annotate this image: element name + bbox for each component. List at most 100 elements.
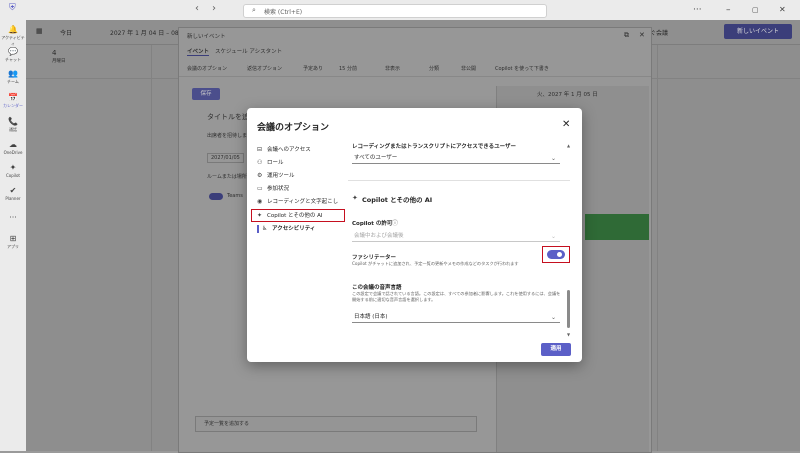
divider — [151, 44, 152, 451]
chat-bubble-icon: ▭ — [257, 185, 263, 192]
record-icon: ◉ — [257, 198, 263, 205]
back-button[interactable]: ‹ — [195, 3, 199, 14]
divider — [348, 180, 570, 181]
calendar-icon: ▦ — [36, 27, 43, 35]
scroll-up-icon[interactable]: ▲ — [567, 143, 570, 148]
date-field[interactable]: 2027/01/05 — [207, 153, 244, 163]
app-rail: 🔔 アクティビティ 💬 チャット 👥 チーム 📅 カレンダー 📞 通話 ☁ OneDrive… — [0, 20, 26, 451]
editor-window-title: 新しいイベント — [187, 34, 226, 40]
language-dropdown[interactable]: 日本語 (日本) ⌄ — [352, 312, 560, 323]
rail-item-copilot[interactable]: ✦ Copilot — [0, 162, 26, 184]
facilitator-hint: Copilot がチャットに追加され、予定一覧の更新やメモの作成などのタスクが行… — [352, 261, 519, 266]
phone-icon: 📞 — [8, 117, 18, 126]
tab-event[interactable]: イベント — [187, 47, 210, 56]
busy-status-button[interactable]: 予定あり — [303, 65, 323, 72]
rail-item-planner[interactable]: ✔ Planner — [0, 185, 26, 207]
side-calendar-date: 火、2027 年 1 月 05 日 — [537, 92, 598, 98]
person-icon: ⚇ — [257, 159, 263, 166]
door-icon: ⊟ — [257, 146, 263, 153]
calendar-icon: 📅 — [8, 93, 18, 102]
response-options-button[interactable]: 返信オプション — [247, 65, 282, 72]
nav-recording-transcription[interactable]: ◉ レコーディングと文字起こし — [257, 196, 347, 207]
rail-item-teams[interactable]: 👥 チーム — [0, 68, 26, 90]
facilitator-label: ファシリテーター — [352, 255, 397, 261]
minimize-button[interactable]: – — [726, 4, 731, 16]
rail-item-calls[interactable]: 📞 通話 — [0, 116, 26, 138]
close-icon[interactable]: ✕ — [562, 119, 570, 130]
tools-icon: ⚙ — [257, 172, 263, 179]
nav-roles[interactable]: ⚇ ロール — [257, 157, 347, 168]
apply-button[interactable]: 適用 — [541, 343, 571, 356]
rail-item-more[interactable]: ··· — [0, 212, 26, 234]
popout-icon[interactable]: ⧉ — [624, 31, 629, 40]
new-event-button[interactable]: 新しいイベント — [724, 24, 792, 39]
rail-item-chat[interactable]: 💬 チャット — [0, 46, 26, 68]
toggle-knob — [557, 252, 562, 257]
reminder-button[interactable]: 15 分前 — [339, 65, 357, 72]
teams-meeting-toggle[interactable] — [209, 193, 223, 200]
cloud-icon: ☁ — [9, 140, 17, 149]
nav-accessibility[interactable]: ♿ アクセシビリティ — [262, 223, 352, 234]
copilot-draft-button[interactable]: Copilot を使って下書き — [495, 65, 549, 72]
selected-nav-marker — [257, 225, 259, 233]
day-number: 4 — [52, 49, 57, 57]
apps-icon: ⊞ — [9, 234, 17, 243]
chevron-down-icon: ⌄ — [550, 233, 556, 240]
scroll-down-icon[interactable]: ▼ — [567, 332, 570, 337]
chevron-down-icon: ⌄ — [550, 155, 556, 162]
hide-button[interactable]: 非表示 — [385, 65, 400, 72]
dialog-content: レコーディングまたはトランスクリプトにアクセスできるユーザー すべてのユーザー ⌄… — [348, 136, 574, 336]
language-label: この会議の音声言語 — [352, 285, 402, 291]
dialog-title: 会議のオプション — [257, 123, 330, 133]
nav-meeting-access[interactable]: ⊟ 会議へのアクセス — [257, 144, 347, 155]
rail-item-onedrive[interactable]: ☁ OneDrive — [0, 139, 26, 161]
info-icon[interactable]: ⓘ — [392, 218, 398, 227]
recording-access-dropdown[interactable]: すべてのユーザー ⌄ — [352, 153, 560, 164]
nav-production-tools[interactable]: ⚙ 運用ツール — [257, 170, 347, 181]
language-hint: この設定で会議で話されている言語。この設定は、すべての参加者に影響します。これを… — [352, 291, 561, 302]
bell-icon: 🔔 — [8, 25, 18, 34]
recording-access-label: レコーディングまたはトランスクリプトにアクセスできるユーザー — [352, 144, 517, 150]
close-window-button[interactable]: ✕ — [779, 4, 786, 16]
more-icon: ··· — [9, 213, 17, 222]
planner-icon: ✔ — [9, 186, 17, 195]
meeting-options-button[interactable]: 会議のオプション — [187, 65, 227, 72]
meeting-options-dialog: 会議のオプション ✕ ⊟ 会議へのアクセス ⚇ ロール ⚙ 運用ツール ▭ 参加状況 ◉… — [247, 108, 582, 362]
divider — [657, 44, 658, 451]
copilot-icon: ✦ — [352, 194, 358, 202]
accessibility-icon: ♿ — [262, 225, 268, 232]
existing-event-block — [585, 214, 649, 240]
save-button[interactable]: 保存 — [192, 88, 220, 100]
rail-item-calendar[interactable]: 📅 カレンダー — [0, 92, 26, 114]
search-placeholder: 検索 (Ctrl+E) — [264, 9, 303, 16]
search-input[interactable]: ⌕ 検索 (Ctrl+E) — [243, 4, 547, 18]
rail-item-activity[interactable]: 🔔 アクティビティ — [0, 24, 26, 46]
rail-item-apps[interactable]: ⊞ アプリ — [0, 233, 26, 255]
private-button[interactable]: 非公開 — [461, 65, 476, 72]
forward-button[interactable]: › — [212, 3, 216, 14]
maximize-button[interactable]: ▢ — [752, 4, 759, 16]
facilitator-toggle[interactable] — [547, 250, 565, 259]
chevron-down-icon: ⌄ — [550, 314, 556, 321]
editor-tabs: イベント スケジュール アシスタント — [179, 44, 651, 58]
date-range: 2027 年 1 月 04 日 – 08 日 — [110, 30, 187, 37]
copilot-icon: ✦ — [9, 163, 17, 172]
teams-label: Teams — [227, 193, 243, 199]
attendees-field[interactable]: 出席者を招待します — [207, 132, 252, 139]
day-name: 月曜日 — [52, 59, 66, 64]
search-icon: ⌕ — [252, 6, 256, 14]
categorize-button[interactable]: 分類 — [429, 65, 439, 72]
agenda-field[interactable]: 予定一覧を追加する — [195, 416, 477, 432]
nav-engagement[interactable]: ▭ 参加状況 — [257, 183, 347, 194]
more-options-button[interactable]: ··· — [693, 4, 702, 16]
chat-icon: 💬 — [8, 47, 18, 56]
copilot-permission-label: Copilot の許可 — [352, 221, 393, 227]
editor-toolbar: 会議のオプション 返信オプション 予定あり 15 分前 非表示 分類 非公開 C… — [179, 62, 651, 77]
title-bar: ⛨ ‹ › ⌕ 検索 (Ctrl+E) ··· – ▢ ✕ — [0, 0, 800, 20]
tab-scheduling-assistant[interactable]: スケジュール アシスタント — [215, 47, 282, 55]
scrollbar-thumb[interactable] — [567, 290, 570, 328]
today-button[interactable]: 今日 — [60, 28, 72, 37]
copilot-permission-dropdown[interactable]: 会議中および会議後 ⌄ — [352, 231, 560, 242]
close-editor-icon[interactable]: ✕ — [639, 31, 645, 39]
highlight-box — [251, 209, 345, 222]
